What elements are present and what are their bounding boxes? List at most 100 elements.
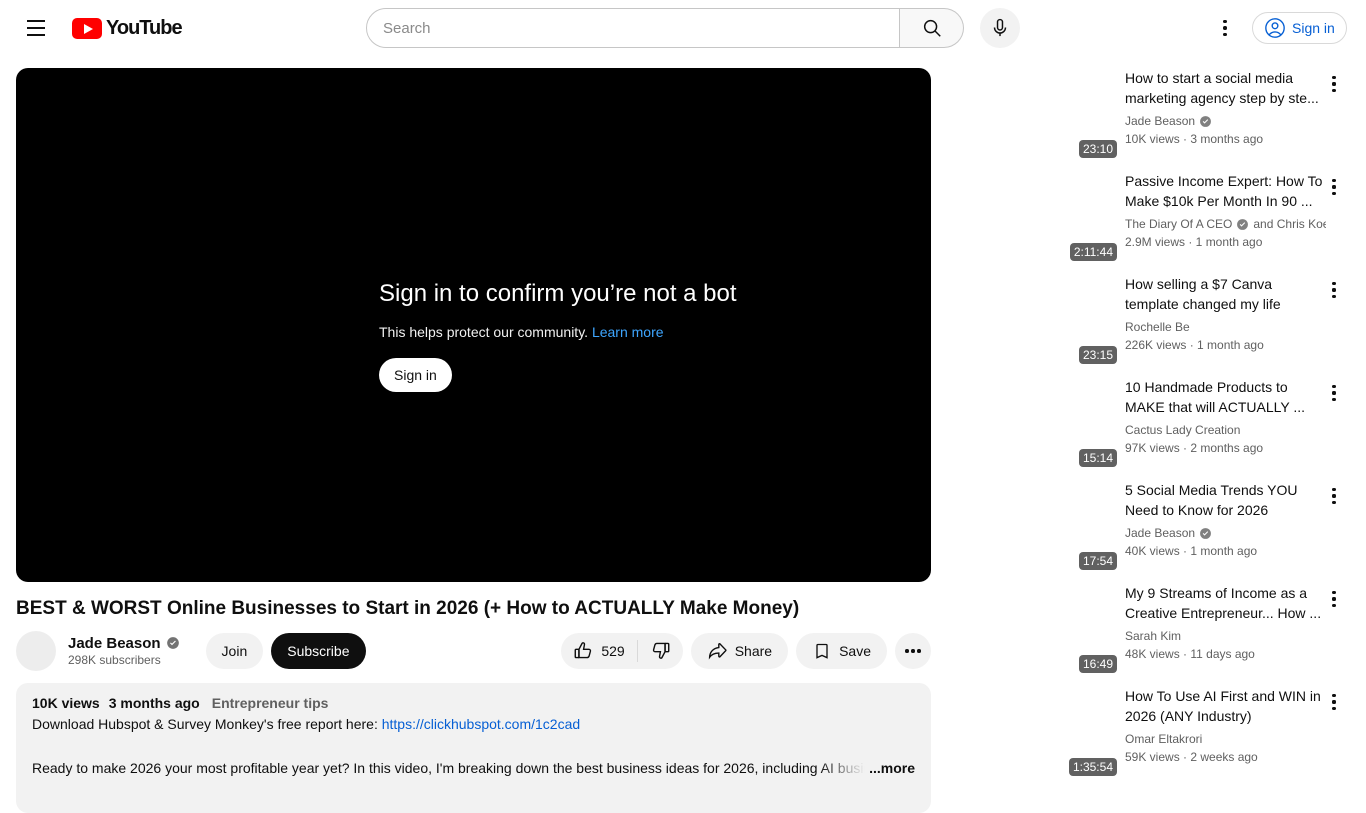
like-button[interactable]: 529 xyxy=(561,633,636,669)
search-icon xyxy=(923,19,941,37)
dislike-button[interactable] xyxy=(638,633,683,669)
watch-main-column: Sign in to confirm you’re not a bot This… xyxy=(16,68,931,813)
related-video-menu-button[interactable] xyxy=(1324,484,1344,508)
youtube-play-icon xyxy=(72,18,102,39)
related-video-item[interactable]: 17:54 5 Social Media Trends YOU Need to … xyxy=(1065,480,1350,571)
search-input[interactable] xyxy=(366,8,900,48)
related-video-item[interactable]: 23:10 How to start a social media market… xyxy=(1065,68,1350,159)
channel-row: Jade Beason 298K subscribers Join Subscr… xyxy=(16,630,931,671)
related-channel-name: Jade Beason xyxy=(1125,526,1196,540)
subscriber-count: 298K subscribers xyxy=(68,652,161,667)
video-thumbnail[interactable]: 23:15 xyxy=(1065,274,1117,365)
bot-check-message: Sign in to confirm you’re not a bot This… xyxy=(379,280,737,392)
menu-icon[interactable] xyxy=(16,8,56,48)
save-label: Save xyxy=(839,642,871,659)
thumbs-up-icon xyxy=(574,642,592,659)
verified-icon xyxy=(1237,218,1249,230)
share-button[interactable]: Share xyxy=(690,632,789,669)
search-bar xyxy=(366,8,964,48)
bot-check-subtext: This helps protect our community. xyxy=(379,324,589,340)
related-channel-row[interactable]: Sarah Kim xyxy=(1125,627,1326,645)
related-video-meta: 226K views · 1 month ago xyxy=(1125,338,1264,352)
related-channel-row[interactable]: Jade Beason xyxy=(1125,524,1326,542)
related-video-item[interactable]: 2:11:44 Passive Income Expert: How To Ma… xyxy=(1065,171,1350,262)
description-box[interactable]: 10K views 3 months ago Entrepreneur tips… xyxy=(16,682,931,813)
channel-name-row[interactable]: Jade Beason xyxy=(68,635,180,652)
description-link[interactable]: https://clickhubspot.com/1c2cad xyxy=(382,716,580,732)
person-icon xyxy=(1265,18,1285,38)
related-channel-name: Jade Beason xyxy=(1125,114,1196,128)
video-player[interactable]: Sign in to confirm you’re not a bot This… xyxy=(16,68,931,582)
channel-name: Jade Beason xyxy=(68,634,161,652)
video-thumbnail[interactable]: 2:11:44 xyxy=(1065,171,1117,262)
upload-date: 3 months ago xyxy=(108,694,200,711)
related-video-meta: 97K views · 2 months ago xyxy=(1125,441,1264,455)
duration-badge: 17:54 xyxy=(1078,552,1117,570)
like-dislike-group: 529 xyxy=(561,632,683,669)
related-video-item[interactable]: 23:15 How selling a $7 Canva template ch… xyxy=(1065,274,1350,365)
video-thumbnail[interactable]: 17:54 xyxy=(1065,480,1117,571)
kebab-icon xyxy=(1332,694,1336,698)
related-channel-row[interactable]: Jade Beason xyxy=(1125,112,1326,130)
save-button[interactable]: Save xyxy=(796,632,887,669)
duration-badge: 1:35:54 xyxy=(1068,758,1117,776)
video-thumbnail[interactable]: 15:14 xyxy=(1065,377,1117,468)
search-button[interactable] xyxy=(900,8,964,48)
video-thumbnail[interactable]: 1:35:54 xyxy=(1065,686,1117,777)
player-signin-button[interactable]: Sign in xyxy=(379,358,452,392)
related-video-item[interactable]: 1:35:54 How To Use AI First and WIN in 2… xyxy=(1065,686,1350,777)
video-thumbnail[interactable]: 23:10 xyxy=(1065,68,1117,159)
duration-badge: 15:14 xyxy=(1078,449,1117,467)
related-channel-row[interactable]: The Diary Of A CEO and Chris Koer... xyxy=(1125,215,1326,233)
like-count: 529 xyxy=(601,642,625,659)
bookmark-icon xyxy=(816,643,828,659)
related-channel-row[interactable]: Rochelle Be xyxy=(1125,318,1326,336)
related-channel-row[interactable]: Cactus Lady Creation xyxy=(1125,421,1326,439)
description-tag[interactable]: Entrepreneur tips xyxy=(212,695,329,711)
share-icon xyxy=(708,643,727,660)
related-video-title: 10 Handmade Products to MAKE that will A… xyxy=(1125,379,1305,415)
related-video-menu-button[interactable] xyxy=(1324,690,1344,714)
related-video-item[interactable]: 16:49 My 9 Streams of Income as a Creati… xyxy=(1065,583,1350,674)
description-intro: Download Hubspot & Survey Monkey's free … xyxy=(32,715,378,732)
related-video-title: How to start a social media marketing ag… xyxy=(1125,70,1319,106)
related-video-menu-button[interactable] xyxy=(1324,381,1344,405)
related-video-title: How To Use AI First and WIN in 2026 (ANY… xyxy=(1125,688,1321,724)
channel-avatar[interactable] xyxy=(16,630,56,671)
mic-button[interactable] xyxy=(980,8,1020,48)
related-videos-sidebar: 23:10 How to start a social media market… xyxy=(1065,68,1350,789)
related-channel-name: Cactus Lady Creation xyxy=(1125,423,1241,437)
bot-check-heading: Sign in to confirm you’re not a bot xyxy=(379,280,737,307)
learn-more-link[interactable]: Learn more xyxy=(592,324,664,340)
related-video-menu-button[interactable] xyxy=(1324,587,1344,611)
more-horizontal-icon xyxy=(905,649,909,653)
youtube-logo[interactable]: YouTube xyxy=(72,17,183,40)
related-channel-row[interactable]: Omar Eltakrori xyxy=(1125,730,1326,748)
duration-badge: 16:49 xyxy=(1078,655,1117,673)
thumbs-down-icon xyxy=(652,643,670,660)
verified-icon xyxy=(166,637,179,650)
related-video-meta: 40K views · 1 month ago xyxy=(1125,544,1258,558)
subscribe-button[interactable]: Subscribe xyxy=(271,632,366,669)
related-video-title: Passive Income Expert: How To Make $10k … xyxy=(1125,173,1323,209)
related-channel-extra: and Chris Koer... xyxy=(1253,217,1326,231)
kebab-icon xyxy=(1223,19,1227,37)
related-video-title: My 9 Streams of Income as a Creative Ent… xyxy=(1125,585,1322,621)
youtube-logo-text: YouTube xyxy=(106,17,183,39)
join-button[interactable]: Join xyxy=(205,632,264,669)
channel-info: Jade Beason 298K subscribers xyxy=(68,635,180,667)
video-thumbnail[interactable]: 16:49 xyxy=(1065,583,1117,674)
related-video-meta: 48K views · 11 days ago xyxy=(1125,647,1255,661)
header-more-button[interactable] xyxy=(1205,8,1245,48)
related-video-meta: 10K views · 3 months ago xyxy=(1125,132,1264,146)
video-text: My 9 Streams of Income as a Creative Ent… xyxy=(1125,583,1326,674)
header-signin-button[interactable]: Sign in xyxy=(1252,12,1347,44)
video-text: Passive Income Expert: How To Make $10k … xyxy=(1125,171,1326,262)
related-video-menu-button[interactable] xyxy=(1324,278,1344,302)
related-video-menu-button[interactable] xyxy=(1324,175,1344,199)
related-video-item[interactable]: 15:14 10 Handmade Products to MAKE that … xyxy=(1065,377,1350,468)
header-signin-label: Sign in xyxy=(1292,20,1335,36)
video-more-button[interactable] xyxy=(895,632,931,669)
verified-icon xyxy=(1200,115,1211,127)
related-video-menu-button[interactable] xyxy=(1324,72,1344,96)
